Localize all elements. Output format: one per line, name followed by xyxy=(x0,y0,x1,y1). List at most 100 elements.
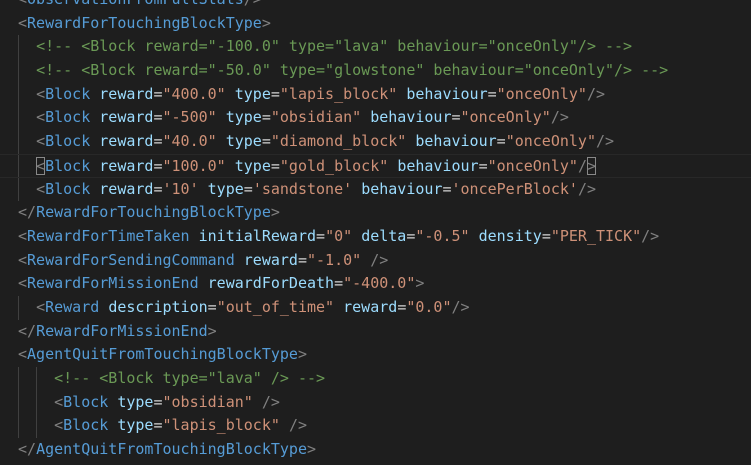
attribute-name: initialReward xyxy=(198,226,317,245)
attribute-name: reward xyxy=(99,132,154,151)
attribute-value: "onceOnly" xyxy=(460,108,551,127)
indent-guide xyxy=(18,367,19,391)
attribute-value: "0" xyxy=(325,226,353,245)
indent-guide xyxy=(18,414,19,439)
attribute-value: "0.0" xyxy=(406,297,452,316)
bracket: < xyxy=(36,297,46,316)
attribute-value: "-500" xyxy=(162,108,217,127)
attribute-value: 'oncePerBlock' xyxy=(451,179,578,198)
code-line[interactable]: </RewardForTouchingBlockType> xyxy=(0,201,751,225)
indentation xyxy=(18,180,36,198)
comment: <!-- <Block reward="-50.0" type="glowsto… xyxy=(36,61,669,80)
code-line[interactable]: <!-- <Block type="lava" /> --> xyxy=(0,367,751,391)
indent-guide xyxy=(36,414,38,439)
code-line[interactable]: </AgentQuitFromTouchingBlockType> xyxy=(0,438,751,462)
code-line[interactable]: <!-- <Block reward="-100.0" type="lava" … xyxy=(0,35,751,60)
bracket: > xyxy=(415,274,425,293)
equals-sign: = xyxy=(153,392,163,411)
bracket: < xyxy=(18,13,28,32)
indent-guide xyxy=(18,130,19,154)
attribute-name: reward xyxy=(99,156,154,175)
indent-guide xyxy=(18,390,19,415)
code-line[interactable]: <Reward description="out_of_time" reward… xyxy=(0,295,751,320)
code-line[interactable]: <Block reward="400.0" type="lapis_block"… xyxy=(0,82,751,107)
equals-sign: = xyxy=(153,84,163,103)
comment: <!-- <Block reward="-100.0" type="lava" … xyxy=(36,37,633,56)
tag-name: Block xyxy=(63,392,109,411)
attribute-name: type xyxy=(234,84,271,103)
attribute-value: "out_of_time" xyxy=(216,297,335,316)
tag-name: AgentQuitFromTouchingBlockType xyxy=(27,345,298,364)
attribute-name: reward xyxy=(99,84,154,103)
code-line[interactable]: <!-- <Block reward="-50.0" type="glowsto… xyxy=(0,59,751,83)
bracket: /> xyxy=(288,416,307,435)
attribute-name: description xyxy=(108,297,208,316)
bracket: < xyxy=(36,84,46,103)
bracket: /> xyxy=(641,226,660,245)
equals-sign: = xyxy=(442,179,452,198)
bracket: < xyxy=(36,179,46,198)
code-line[interactable]: </RewardForMissionEnd> xyxy=(0,320,751,344)
code-line[interactable]: <Block reward="40.0" type="diamond_block… xyxy=(0,130,751,154)
equals-sign: = xyxy=(496,132,506,151)
tag-name: Block xyxy=(45,179,91,198)
indent-guide xyxy=(18,106,19,131)
bracket: /> xyxy=(244,0,262,8)
tag-name: Block xyxy=(45,132,91,151)
tag-name: Block xyxy=(45,84,91,103)
attribute-value: '10' xyxy=(162,179,199,198)
code-line[interactable]: <Block reward='10' type='sandstone' beha… xyxy=(0,177,751,202)
bracket: > xyxy=(307,440,317,459)
tag-name: Reward xyxy=(45,297,100,316)
attribute-name: reward xyxy=(99,108,154,127)
code-line[interactable]: <RewardForTimeTaken initialReward="0" de… xyxy=(0,225,751,249)
code-line[interactable]: <Block reward="100.0" type="gold_block" … xyxy=(0,153,751,178)
attribute-value: "gold_block" xyxy=(279,156,389,175)
bracket: /> xyxy=(586,84,606,103)
matched-bracket: < xyxy=(36,156,46,175)
bracket: /> xyxy=(261,392,280,411)
matched-bracket: > xyxy=(586,156,596,175)
code-line[interactable]: <ObservationFromFullStats/> xyxy=(0,0,751,12)
tag-name: ObservationFromFullStats xyxy=(27,0,244,8)
bracket: > xyxy=(261,13,271,32)
equals-sign: = xyxy=(451,108,461,127)
equals-sign: = xyxy=(270,84,280,103)
bracket: < xyxy=(36,108,46,127)
code-line[interactable]: <RewardForTouchingBlockType> xyxy=(0,12,751,36)
indentation xyxy=(18,298,36,316)
code-line[interactable]: <Block type="lapis_block" /> xyxy=(0,414,751,439)
equals-sign: = xyxy=(261,108,271,127)
indent-guide xyxy=(36,390,38,415)
bracket: > xyxy=(297,345,307,364)
code-line[interactable]: <Block reward="-500" type="obsidian" beh… xyxy=(0,106,751,131)
attribute-name: type xyxy=(225,132,262,151)
equals-sign: = xyxy=(153,156,163,175)
code-line[interactable]: <RewardForSendingCommand reward="-1.0" /… xyxy=(0,249,751,273)
bracket: /> xyxy=(577,179,596,198)
attribute-value: "40.0" xyxy=(162,132,217,151)
tag-name: RewardForTimeTaken xyxy=(27,226,190,245)
code-line[interactable]: <Block type="obsidian" /> xyxy=(0,390,751,415)
attribute-name: behaviour xyxy=(361,179,443,198)
code-line[interactable]: <RewardForMissionEnd rewardForDeath="-40… xyxy=(0,272,751,296)
attribute-value: "PER_TICK" xyxy=(550,226,642,245)
code-line[interactable]: <AgentQuitFromTouchingBlockType> xyxy=(0,343,751,367)
attribute-value: "100.0" xyxy=(162,156,226,175)
code-editor[interactable]: <ObservationFromFullStats/><RewardForTou… xyxy=(0,0,751,465)
bracket: > xyxy=(270,203,280,222)
attribute-value: "onceOnly" xyxy=(505,132,596,151)
